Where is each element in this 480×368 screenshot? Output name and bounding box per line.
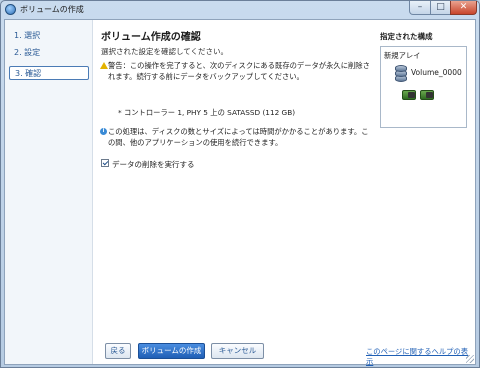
configuration-panel: 指定された構成 新規アレイ Volume_0000 (377, 20, 475, 364)
step-select[interactable]: 1. 選択 (9, 29, 89, 43)
disk-icon (402, 90, 416, 100)
help-link[interactable]: このページに関するヘルプの表示 (366, 347, 475, 367)
disk-icon (420, 90, 434, 100)
step-confirm[interactable]: 3. 確認 (9, 66, 89, 80)
page-title: ボリューム作成の確認 (101, 32, 201, 43)
delete-data-checkbox[interactable] (101, 159, 109, 167)
cancel-button[interactable]: キャンセル (211, 343, 264, 359)
create-volume-button[interactable]: ボリュームの作成 (138, 343, 205, 359)
minimize-button[interactable]: – (409, 1, 431, 15)
close-button[interactable]: ✕ (450, 1, 477, 15)
wizard-content: 1. 選択 2. 設定 3. 確認 ボリューム作成の確認 選択された設定を確認し… (4, 19, 476, 367)
title-bar[interactable]: ボリュームの作成 – □ ✕ (1, 1, 479, 18)
warning-message: 警告：この操作を完了すると、次のディスクにある既存のデータが永久に削除されます。… (108, 61, 370, 81)
resize-grip-icon[interactable] (466, 355, 474, 363)
info-message: この処理は、ディスクの数とサイズによっては時間がかかることがあります。この間、他… (108, 127, 369, 147)
disk-list-item: * コントローラー 1, PHY 5 上の SATASSD (112 GB) (118, 108, 296, 117)
volume-label: Volume_0000 (411, 68, 462, 77)
main-panel: ボリューム作成の確認 選択された設定を確認してください。 警告：この操作を完了す… (94, 20, 374, 364)
volume-icon (394, 65, 409, 82)
wizard-footer: 戻る ボリュームの作成 キャンセル このページに関するヘルプの表示 (94, 320, 475, 367)
delete-data-label[interactable]: データの削除を実行する (112, 159, 195, 170)
page-subtitle: 選択された設定を確認してください。 (101, 47, 229, 56)
wizard-window: ボリュームの作成 – □ ✕ 1. 選択 2. 設定 3. 確認 ボリューム作成… (0, 0, 480, 368)
back-button[interactable]: 戻る (105, 343, 131, 359)
warning-icon (100, 62, 108, 69)
maximize-button[interactable]: □ (430, 1, 451, 15)
array-label: 新規アレイ (384, 51, 421, 60)
step-settings[interactable]: 2. 設定 (9, 46, 89, 60)
window-title: ボリュームの作成 (20, 5, 84, 14)
info-icon: i (100, 128, 107, 135)
step-sidebar: 1. 選択 2. 設定 3. 確認 (5, 20, 93, 364)
configuration-box: 新規アレイ Volume_0000 (380, 46, 467, 128)
app-icon (5, 4, 16, 15)
configuration-title: 指定された構成 (380, 32, 433, 41)
